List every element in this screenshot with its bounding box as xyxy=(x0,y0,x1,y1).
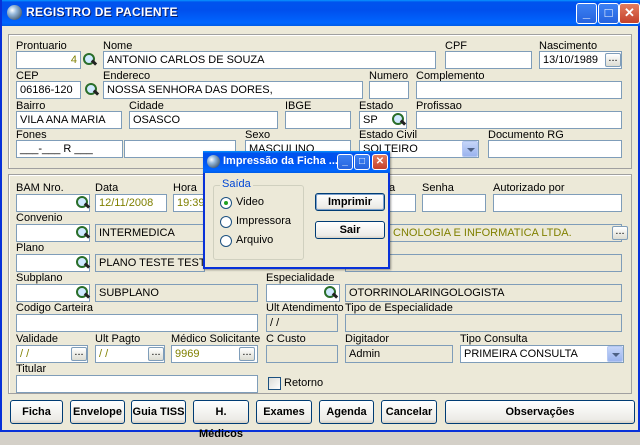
cep-field[interactable]: 06186-120 xyxy=(16,81,81,99)
ccusto-field xyxy=(266,345,338,363)
prontuario-field[interactable]: 4 xyxy=(16,51,81,69)
endereco-field[interactable]: NOSSA SENHORA DAS DORES, xyxy=(103,81,363,99)
bairro-field[interactable]: VILA ANA MARIA xyxy=(16,111,122,129)
sair-button[interactable]: Sair xyxy=(315,221,385,239)
dialog-title: Impressão da Ficha ... xyxy=(223,155,338,167)
video-radio[interactable] xyxy=(220,197,232,209)
h-medicos-button[interactable]: H. Médicos xyxy=(193,400,249,440)
tipo-esp-select[interactable] xyxy=(345,314,622,332)
senha-label: Senha xyxy=(422,182,454,194)
saida-group-label: Saída xyxy=(220,178,253,190)
convenio-name-field: INTERMEDICA xyxy=(95,224,205,242)
digitador-label: Digitador xyxy=(345,333,390,345)
empresa-lookup-button[interactable]: ... xyxy=(612,226,628,240)
especialidade-label: Especialidade xyxy=(266,272,335,284)
subplano-label: Subplano xyxy=(16,272,63,284)
data-label: Data xyxy=(95,182,119,194)
dialog-globe-icon xyxy=(207,155,220,168)
ult-pagto-date-button[interactable]: ... xyxy=(148,347,164,361)
envelope-button[interactable]: Envelope xyxy=(70,400,125,424)
titular-label: Titular xyxy=(16,363,47,375)
prontuario-search-icon[interactable] xyxy=(81,52,97,68)
bam-search-icon[interactable] xyxy=(74,195,90,211)
dialog-close-button[interactable]: ✕ xyxy=(372,154,388,170)
ibge-field[interactable] xyxy=(285,111,351,129)
estado-search-icon[interactable] xyxy=(390,112,406,128)
data-field[interactable]: 12/11/2008 xyxy=(95,194,167,212)
ult-atend-label: Ult Atendimento xyxy=(266,302,344,314)
imprimir-button[interactable]: Imprimir xyxy=(315,193,385,211)
complemento-field[interactable] xyxy=(416,81,622,99)
hora-label: Hora xyxy=(173,182,197,194)
bam-label: BAM Nro. xyxy=(16,182,64,194)
cancelar-button[interactable]: Cancelar xyxy=(381,400,437,424)
tipo-esp-label: Tipo de Especialidade xyxy=(345,302,453,314)
arquivo-radio[interactable] xyxy=(220,235,232,247)
cep-search-icon[interactable] xyxy=(83,82,99,98)
exames-button[interactable]: Exames xyxy=(256,400,312,424)
cpf-field[interactable] xyxy=(445,51,532,69)
carteira-label: Codigo Carteira xyxy=(16,302,94,314)
ficha-button[interactable]: Ficha xyxy=(10,400,63,424)
tipo-consulta-label: Tipo Consulta xyxy=(460,333,528,345)
saida-group: Saída Video Impressora Arquivo xyxy=(213,178,304,260)
tipo-consulta-select[interactable]: PRIMEIRA CONSULTA xyxy=(460,345,624,363)
carteira-field[interactable] xyxy=(16,314,258,332)
fone1-field[interactable]: ___-___ R ___ xyxy=(16,140,123,158)
autorizado-label: Autorizado por xyxy=(493,182,565,194)
nome-field[interactable]: ANTONIO CARLOS DE SOUZA xyxy=(103,51,436,69)
arquivo-label: Arquivo xyxy=(236,234,274,246)
impressora-label: Impressora xyxy=(236,215,292,227)
medico-label: Médico Solicitante xyxy=(171,333,261,345)
maximize-button[interactable]: □ xyxy=(598,3,619,24)
convenio-label: Convenio xyxy=(16,212,63,224)
validade-label: Validade xyxy=(16,333,58,345)
chevron-down-icon[interactable] xyxy=(607,346,623,362)
retorno-checkbox[interactable] xyxy=(268,377,281,390)
retorno-label: Retorno xyxy=(284,377,324,389)
chevron-down-icon[interactable] xyxy=(462,141,478,157)
digitador-field: Admin xyxy=(345,345,453,363)
titular-field[interactable] xyxy=(16,375,258,393)
subplano-search-icon[interactable] xyxy=(74,285,90,301)
especialidade-name-field: OTORRINOLARINGOLOGISTA xyxy=(345,284,622,302)
title-bar[interactable]: REGISTRO DE PACIENTE _ □ ✕ xyxy=(2,0,640,26)
documento-field[interactable] xyxy=(488,140,622,158)
video-label: Video xyxy=(236,196,264,208)
plano-name-field: PLANO TESTE TESTE xyxy=(95,254,205,272)
plano-search-icon[interactable] xyxy=(74,255,90,271)
hora-field[interactable]: 19:39 xyxy=(173,194,205,212)
impressora-radio[interactable] xyxy=(220,216,232,228)
print-dialog: Impressão da Ficha ... _ □ ✕ Saída Video… xyxy=(203,151,390,269)
agenda-button[interactable]: Agenda xyxy=(319,400,374,424)
a-field[interactable] xyxy=(389,194,416,212)
dialog-maximize-button[interactable]: □ xyxy=(354,154,370,170)
profissao-field[interactable] xyxy=(416,111,622,129)
dialog-minimize-button[interactable]: _ xyxy=(337,154,353,170)
observacoes-button[interactable]: Observações xyxy=(445,400,635,424)
validade-date-button[interactable]: ... xyxy=(71,347,87,361)
window-title: REGISTRO DE PACIENTE xyxy=(26,5,178,19)
minimize-button[interactable]: _ xyxy=(576,3,597,24)
autorizado-field[interactable] xyxy=(493,194,622,212)
ult-pagto-label: Ult Pagto xyxy=(95,333,141,345)
medico-lookup-button[interactable]: ... xyxy=(239,347,255,361)
ult-atend-field: / / xyxy=(266,314,338,332)
subplano-name-field: SUBPLANO xyxy=(95,284,258,302)
plano-label: Plano xyxy=(16,242,45,254)
empresa-field: CNOLOGIA E INFORMATICA LTDA. xyxy=(389,224,622,242)
close-button[interactable]: ✕ xyxy=(619,3,640,24)
especialidade-search-icon[interactable] xyxy=(322,285,338,301)
guia-tiss-button[interactable]: Guia TISS xyxy=(131,400,186,424)
app-globe-icon xyxy=(7,5,22,20)
senha-field[interactable] xyxy=(422,194,486,212)
ccusto-label: C Custo xyxy=(266,333,306,345)
convenio-search-icon[interactable] xyxy=(74,225,90,241)
dialog-title-bar[interactable]: Impressão da Ficha ... _ □ ✕ xyxy=(203,151,390,173)
nascimento-date-button[interactable]: ... xyxy=(605,53,621,67)
cidade-field[interactable]: OSASCO xyxy=(129,111,278,129)
numero-field[interactable] xyxy=(369,81,409,99)
